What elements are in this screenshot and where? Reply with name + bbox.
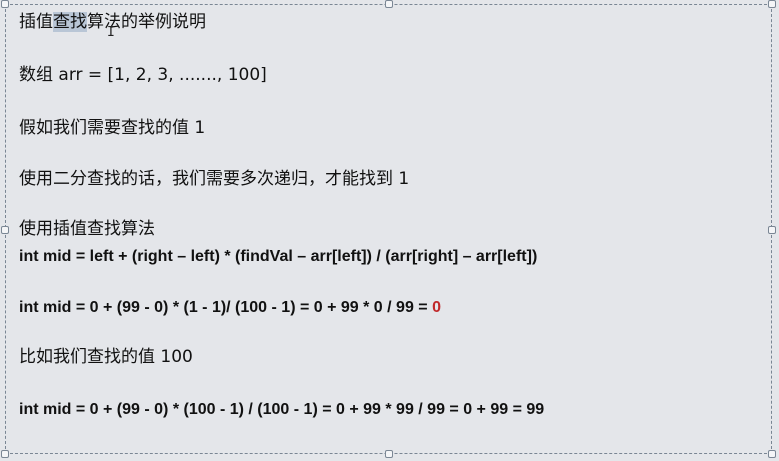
interpolation-heading: 使用插值查找算法 (19, 219, 155, 239)
mid-example-1-result: 0 (432, 299, 441, 316)
mid-example-1-text: int mid = 0 + (99 - 0) * (1 - 1)/ (100 -… (19, 299, 433, 316)
resize-handle-top-right[interactable] (768, 0, 776, 8)
resize-handle-bottom-center[interactable] (385, 450, 393, 458)
title-text-after: 算法的举例说明 (87, 12, 206, 32)
search-value-100-statement: 比如我们查找的值 100 (19, 347, 193, 367)
resize-handle-bottom-left[interactable] (1, 450, 9, 458)
array-definition: 数组 arr = [1, 2, 3, ......., 100] (19, 65, 267, 85)
resize-handle-top-left[interactable] (1, 0, 9, 8)
binary-search-note: 使用二分查找的话，我们需要多次递归，才能找到 1 (19, 169, 410, 189)
text-cursor-icon: I (107, 25, 115, 40)
mid-formula: int mid = left + (right – left) * (findV… (19, 248, 538, 265)
search-value-statement: 假如我们需要查找的值 1 (19, 118, 206, 138)
resize-handle-middle-right[interactable] (768, 226, 776, 234)
mid-example-1: int mid = 0 + (99 - 0) * (1 - 1)/ (100 -… (19, 297, 441, 319)
title-text-before: 插值 (19, 12, 53, 32)
resize-handle-bottom-right[interactable] (768, 450, 776, 458)
selected-text[interactable]: 查找 (53, 12, 87, 32)
mid-example-2: int mid = 0 + (99 - 0) * (100 - 1) / (10… (19, 401, 545, 418)
resize-handle-middle-left[interactable] (1, 226, 9, 234)
resize-handle-top-center[interactable] (385, 0, 393, 8)
